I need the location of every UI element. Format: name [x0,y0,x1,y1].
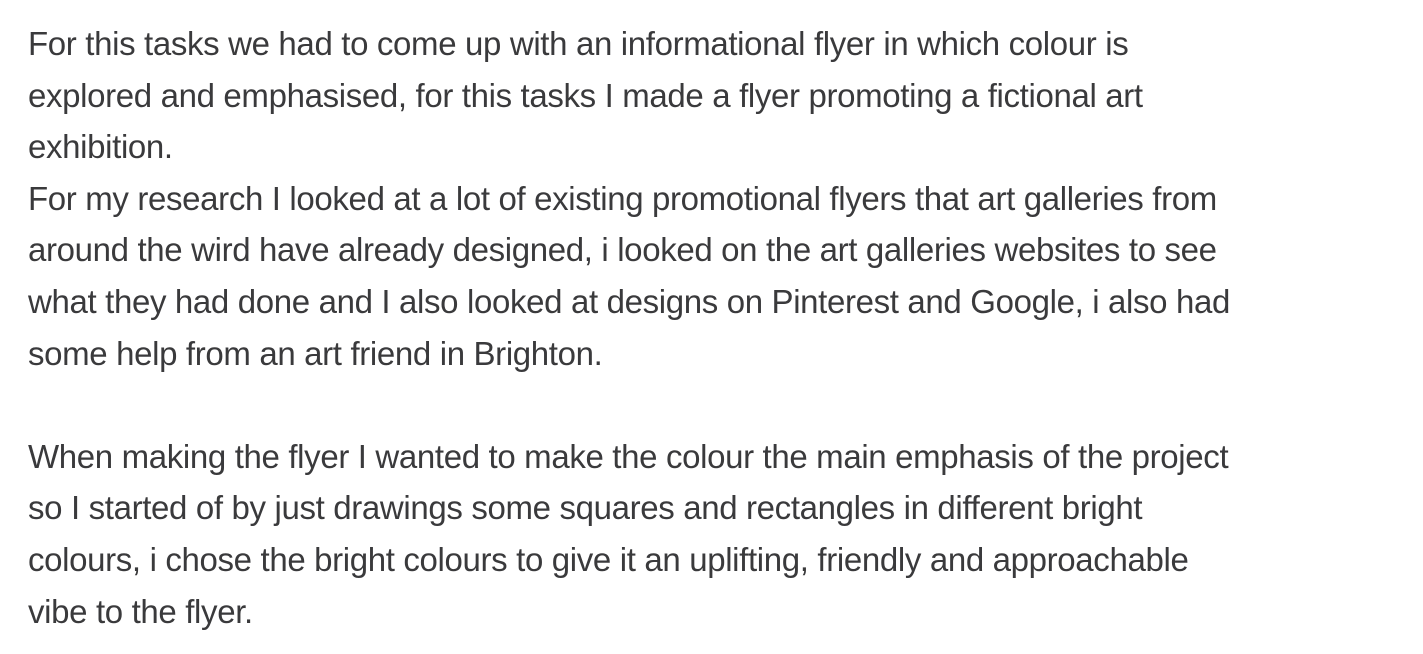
note-body[interactable]: For this tasks we had to come up with an… [28,18,1413,637]
text-line: explored and emphasised, for this tasks … [28,76,1143,114]
paragraph-research: For my research I looked at a lot of exi… [28,173,1413,379]
text-line: vibe to the flyer. [28,592,253,630]
text-line: exhibition. [28,128,173,166]
text-line: so I started of by just drawings some sq… [28,489,1143,527]
text-line: When making the flyer I wanted to make t… [28,437,1229,475]
text-line: what they had done and I also looked at … [28,282,1230,320]
paragraph-making: When making the flyer I wanted to make t… [28,431,1413,637]
text-line: For my research I looked at a lot of exi… [28,179,1217,217]
paragraph-intro: For this tasks we had to come up with an… [28,18,1413,173]
text-line: For this tasks we had to come up with an… [28,25,1129,62]
text-line: around the wird have already designed, i… [28,231,1217,269]
text-line: some help from an art friend in Brighton… [28,334,603,372]
text-line: colours, i chose the bright colours to g… [28,540,1189,578]
